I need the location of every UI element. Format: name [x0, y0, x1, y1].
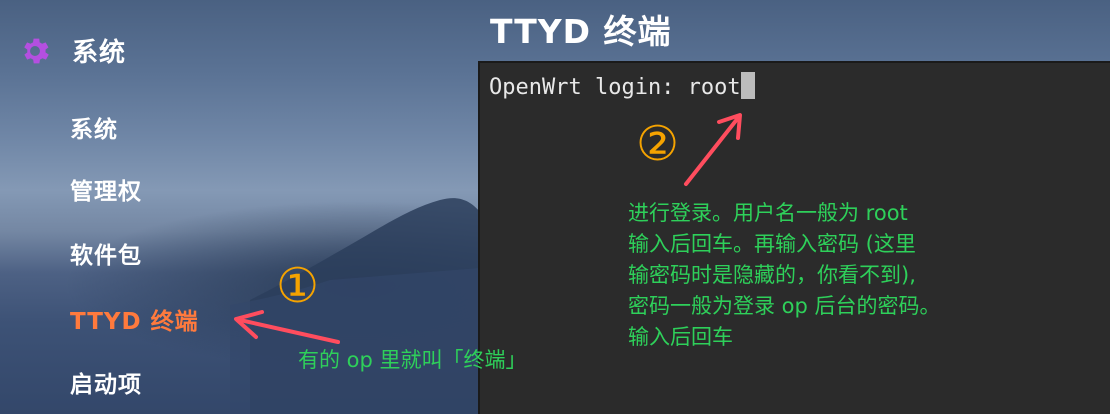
terminal-cursor — [740, 72, 755, 99]
annotation-note-2-line: 输入后回车 — [628, 325, 733, 349]
annotation-marker-1: ① — [276, 258, 320, 314]
sidebar-item-system[interactable]: 系统 — [70, 110, 118, 144]
gear-icon — [24, 38, 49, 63]
sidebar-section-title: 系统 — [72, 38, 127, 68]
sidebar-item-startup[interactable]: 启动项 — [70, 365, 142, 399]
annotation-note-1: 有的 op 里就叫「终端」 — [298, 348, 527, 372]
annotation-note-2-line: 进行登录。用户名一般为 root — [628, 201, 908, 225]
terminal-prompt: OpenWrt login: root — [489, 75, 741, 100]
sidebar-item-admin[interactable]: 管理权 — [70, 172, 142, 206]
page-title: TTYD 终端 — [490, 12, 672, 51]
annotation-note-2-line: 输入后回车。再输入密码 (这里 — [628, 232, 916, 256]
annotation-note-2-line: 输密码时是隐藏的，你看不到), — [628, 263, 916, 287]
terminal-line: OpenWrt login: root — [489, 72, 755, 100]
annotation-marker-2: ② — [636, 116, 680, 172]
sidebar-item-packages[interactable]: 软件包 — [70, 236, 142, 270]
sidebar-section-header[interactable]: 系统 — [18, 32, 126, 69]
annotation-note-2-line: 密码一般为登录 op 后台的密码。 — [628, 294, 941, 318]
sidebar-item-ttyd-terminal[interactable]: TTYD 终端 — [70, 302, 199, 336]
